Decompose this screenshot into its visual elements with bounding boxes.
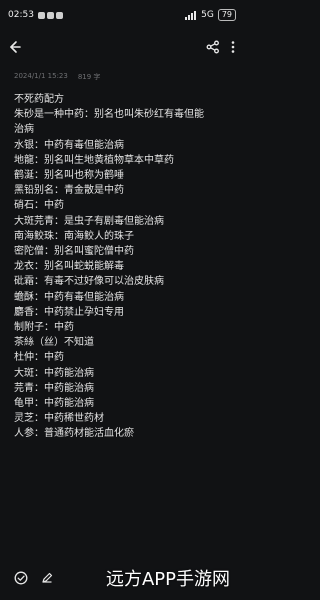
battery-indicator: 79 (217, 9, 236, 21)
note-line: 不死药配方 (14, 94, 64, 105)
note-line: 麝香：中药禁止孕妇专用 (14, 306, 124, 318)
note-line: 大斑：中药能治病 (14, 367, 94, 379)
note-meta: 2024/1/1 15:23 819 字 (14, 72, 100, 82)
note-line: 蟾酥：中药有毒但能治病 (14, 291, 124, 303)
signal-icon (185, 10, 197, 20)
note-line: 杜仲：中药 (14, 352, 64, 364)
notification-icon (55, 11, 63, 19)
note-line: 南海鲛珠：南海鲛人的珠子 (14, 230, 134, 242)
notification-icon (46, 11, 54, 19)
network-label: 5G (201, 10, 214, 20)
note-line: 朱砂是一种中药：别名也叫朱砂红有毒但能 (14, 109, 204, 121)
note-line: 灵芝：中药稀世药材 (14, 413, 104, 425)
note-toolbar (0, 30, 244, 64)
note-line: 地龍：别名叫生地黄植物草本中草药 (14, 154, 174, 166)
status-time: 02:53 (8, 10, 34, 20)
note-line: 砒霜：有毒不过好像可以治皮肤病 (14, 276, 164, 288)
note-line: 鹤涎：别名叫也称为鹤唾 (14, 170, 124, 182)
share-icon[interactable] (206, 40, 220, 54)
note-date: 2024/1/1 15:23 (14, 72, 68, 80)
status-right: 5G 79 (185, 9, 236, 21)
note-line: 龟甲：中药能治病 (14, 398, 94, 410)
note-char-count: 819 字 (77, 73, 101, 81)
note-line: 龙衣：别名叫蛇蜕能解毒 (14, 261, 124, 273)
note-line: 治病 (14, 124, 34, 136)
note-line: 水银：中药有毒但能治病 (14, 139, 124, 151)
note-line: 黑铅别名：青金散是中药 (14, 185, 124, 197)
note-line: 芫青：中药能治病 (14, 382, 94, 394)
pen-icon[interactable] (40, 571, 54, 585)
back-arrow-icon[interactable] (8, 40, 22, 54)
note-line: 人参：普通药材能活血化瘀 (14, 428, 134, 440)
watermark-logo: 远方APP手游网 (105, 569, 230, 590)
bottom-bar: 远方APP手游网 (0, 556, 244, 600)
status-notification-icons (37, 11, 63, 19)
status-bar: 02:53 5G 79 (0, 0, 244, 30)
check-circle-icon[interactable] (14, 571, 28, 585)
notification-icon (37, 11, 45, 19)
note-line: 硝石：中药 (14, 200, 64, 212)
note-line: 密陀僧：别名叫蜜陀僧中药 (14, 246, 134, 258)
note-line: 制附子：中药 (14, 322, 74, 334)
note-line: 大斑芫青：是虫子有剧毒但能治病 (14, 215, 164, 227)
note-line: 茶絲（丝）不知道 (14, 337, 94, 349)
more-vertical-icon[interactable] (230, 40, 236, 54)
note-body[interactable]: 不死药配方 朱砂是一种中药：别名也叫朱砂红有毒但能 治病 水银：中药有毒但能治病… (14, 92, 236, 442)
status-left: 02:53 (8, 10, 63, 20)
